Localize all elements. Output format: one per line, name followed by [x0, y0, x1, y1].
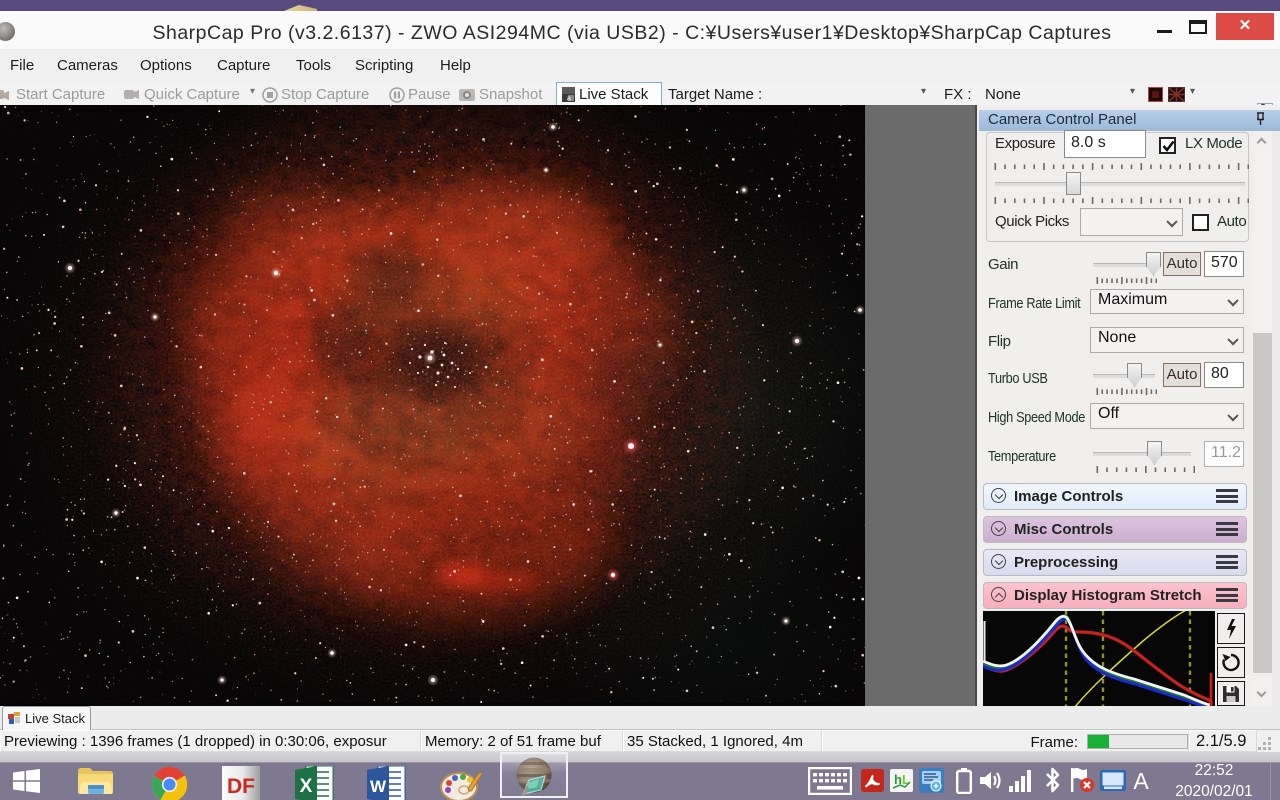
svg-text:W: W	[370, 777, 387, 796]
svg-text:a: a	[567, 96, 571, 103]
svg-text:DF: DF	[227, 775, 255, 798]
svg-text:X: X	[300, 776, 313, 797]
svg-text:L: L	[902, 772, 910, 787]
